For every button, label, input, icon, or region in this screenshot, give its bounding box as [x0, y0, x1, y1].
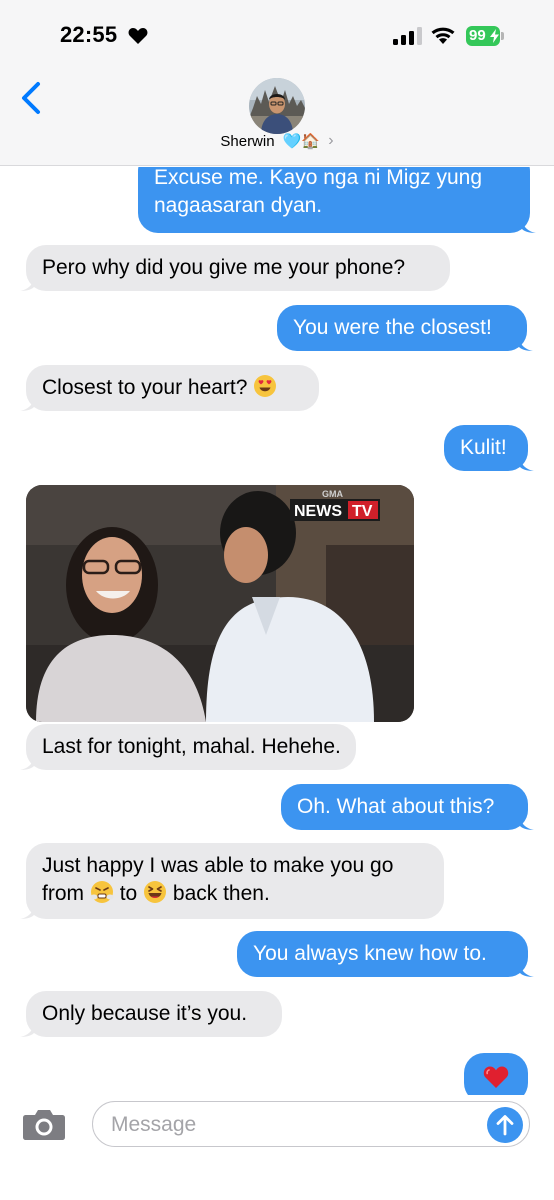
back-chevron-icon[interactable]	[18, 80, 46, 116]
received-message[interactable]: Just happy I was able to make you go fro…	[20, 843, 444, 919]
sent-message[interactable]: You always knew how to.	[237, 931, 534, 977]
bubble-tail	[522, 217, 536, 233]
face-with-steam-emoji-icon	[90, 881, 114, 903]
bubble-tail	[20, 1021, 34, 1037]
status-time: 22:55	[60, 22, 118, 47]
message-input[interactable]	[111, 1112, 471, 1138]
bubble-tail	[20, 275, 34, 291]
message-text-line-2: from to back then.	[42, 880, 428, 908]
sent-message[interactable]: Excuse me. Kayo nga ni Migz yung nagaasa…	[138, 167, 536, 233]
laughing-squint-emoji-icon	[144, 881, 167, 903]
chevron-right-icon: ›	[328, 132, 334, 150]
gma-logo-text: GMA	[322, 489, 343, 499]
message-composer	[0, 1095, 554, 1200]
message-text: You always knew how to.	[253, 942, 487, 965]
image-attachment[interactable]: GMA NEWS TV	[26, 485, 414, 722]
camera-icon[interactable]	[22, 1107, 66, 1141]
wifi-icon	[431, 27, 455, 44]
bubble-tail	[520, 455, 534, 471]
contact-name-row[interactable]: Sherwin 🩵🏠 ›	[0, 132, 554, 150]
message-text-line: Excuse me. Kayo nga ni Migz yung	[154, 167, 483, 189]
message-text: Closest to your heart?	[42, 376, 248, 399]
message-text: You were the closest!	[293, 316, 492, 339]
message-input-container	[92, 1101, 530, 1147]
tv-logo-badge: TV	[352, 503, 373, 520]
battery-charging-icon: 99	[466, 26, 504, 46]
received-message[interactable]: Last for tonight, mahal. Hehehe.	[20, 724, 356, 770]
bubble-tail	[20, 395, 34, 411]
sent-message[interactable]: ❤️	[464, 1053, 528, 1095]
message-text-fragment: back then.	[172, 882, 270, 905]
conversation-header: Sherwin 🩵🏠 ›	[0, 66, 554, 166]
message-text-fragment: from	[42, 882, 84, 905]
contact-name: Sherwin	[220, 132, 275, 150]
sent-message[interactable]: Kulit!	[444, 425, 534, 471]
battery-tip	[501, 32, 504, 40]
bubble-tail	[519, 335, 533, 351]
status-bar: 22:55 99	[0, 0, 554, 66]
contact-avatar[interactable]	[249, 78, 305, 134]
message-text: Oh. What about this?	[297, 795, 495, 818]
message-text-line: Just happy I was able to make you go	[42, 854, 394, 877]
message-text-line: nagaasaran dyan.	[154, 194, 323, 217]
battery-percent: 99	[469, 27, 486, 44]
message-text: Kulit!	[460, 436, 507, 459]
message-text: Pero why did you give me your phone?	[42, 256, 406, 279]
received-message[interactable]: Only because it’s you.	[20, 991, 282, 1037]
bubble-tail	[520, 814, 534, 830]
received-message[interactable]: Pero why did you give me your phone?	[20, 245, 450, 291]
send-arrow-icon	[496, 1115, 514, 1136]
heart-eyes-emoji-icon	[254, 375, 277, 397]
message-thread[interactable]: Excuse me. Kayo nga ni Migz yung nagaasa…	[0, 167, 554, 1095]
contact-emoji: 🩵🏠	[282, 133, 321, 151]
message-text-fragment: to	[119, 882, 138, 905]
bubble-tail	[520, 961, 534, 977]
bubble-tail	[20, 754, 34, 770]
send-button[interactable]	[487, 1107, 523, 1143]
charging-bolt-icon	[490, 29, 499, 43]
sent-message[interactable]: Oh. What about this?	[281, 784, 534, 830]
heart-icon	[128, 28, 148, 44]
message-text: Last for tonight, mahal. Hehehe.	[42, 735, 341, 758]
received-message[interactable]: Closest to your heart? 😍	[20, 365, 319, 411]
bubble-tail	[20, 903, 34, 919]
cellular-signal-icon	[393, 27, 422, 45]
red-heart-emoji-icon	[483, 1066, 509, 1088]
sent-message[interactable]: You were the closest!	[277, 305, 533, 351]
news-logo-text: NEWS	[294, 503, 342, 520]
message-text: Only because it’s you.	[42, 1002, 248, 1025]
